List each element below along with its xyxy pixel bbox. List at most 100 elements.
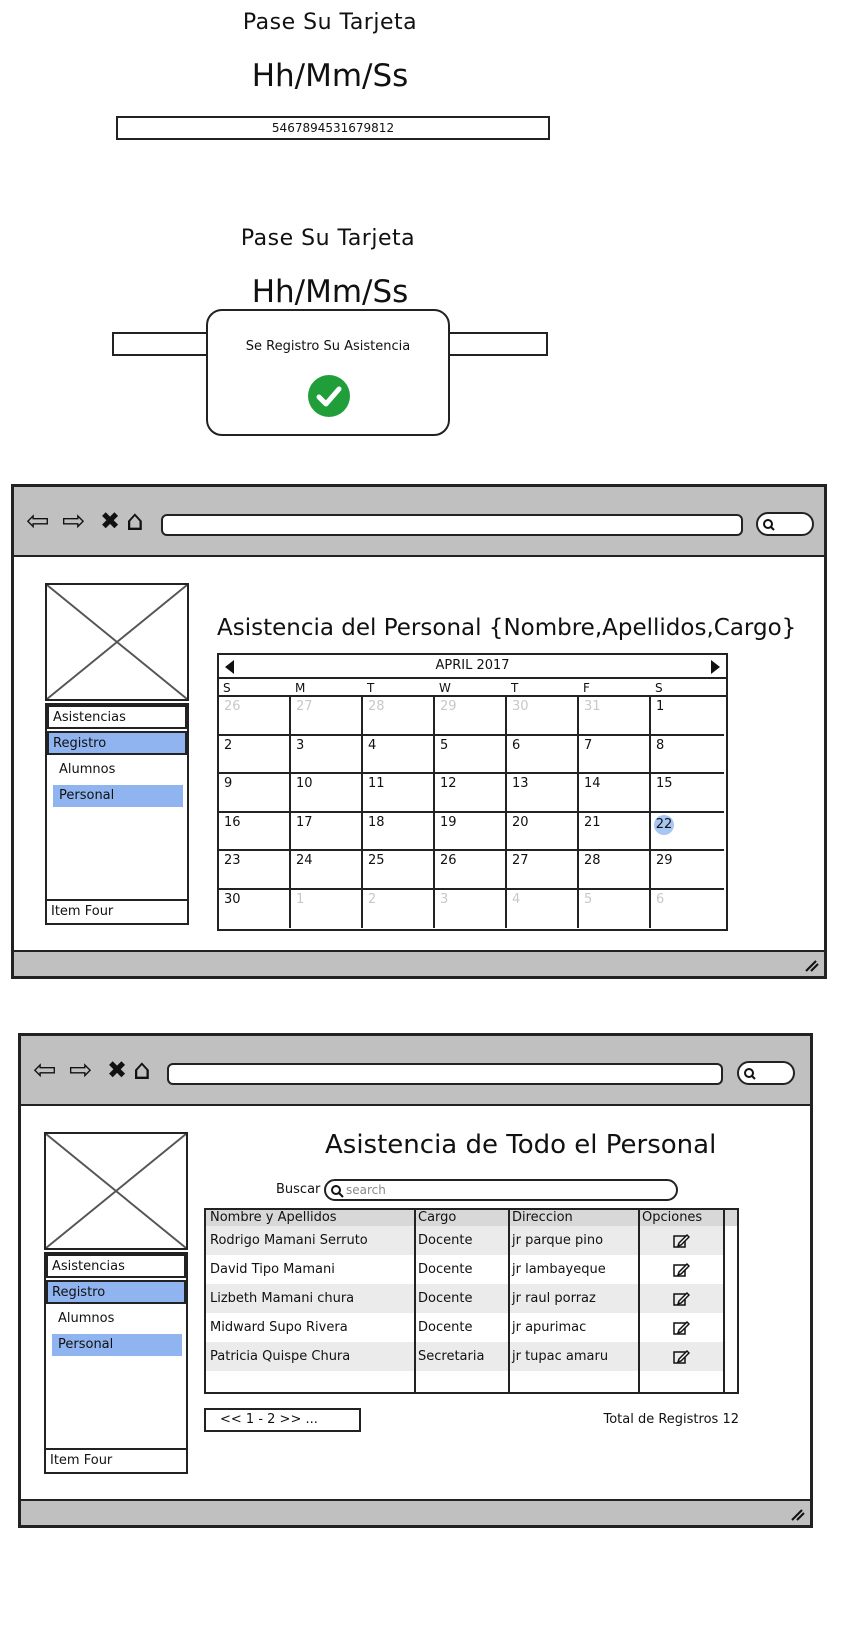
- calendar-day[interactable]: 28: [579, 851, 651, 890]
- forward-icon[interactable]: ⇨: [62, 507, 85, 535]
- browser-window-staff: ⇦ ⇨ ✖ ⌂ Asistencias Registro Alumnos Per…: [18, 1033, 813, 1528]
- sidebar-item-asistencias[interactable]: Asistencias: [47, 705, 187, 729]
- edit-icon[interactable]: [668, 1226, 691, 1255]
- browser-search-button[interactable]: [756, 512, 814, 536]
- calendar-day[interactable]: 31: [579, 697, 651, 736]
- url-bar-2[interactable]: [167, 1063, 723, 1085]
- calendar-day[interactable]: 18: [363, 812, 435, 851]
- sidebar-menu-2: Asistencias Registro Alumnos Personal It…: [44, 1252, 188, 1474]
- calendar-day[interactable]: 5: [435, 735, 507, 774]
- browser-search-button-2[interactable]: [737, 1061, 795, 1085]
- calendar-day[interactable]: 5: [579, 889, 651, 928]
- forward-icon[interactable]: ⇨: [69, 1056, 92, 1084]
- calendar-day[interactable]: 6: [651, 890, 724, 929]
- calendar-day[interactable]: 23: [219, 851, 291, 890]
- calendar-day[interactable]: 30: [219, 889, 291, 928]
- card-number-field[interactable]: 5467894531679812: [116, 116, 550, 140]
- sidebar-subitem-alumnos[interactable]: Alumnos: [52, 1308, 182, 1330]
- calendar-day[interactable]: 3: [435, 889, 507, 928]
- calendar-day[interactable]: 3: [291, 735, 363, 774]
- back-icon[interactable]: ⇦: [26, 507, 49, 535]
- calendar-day[interactable]: 29: [435, 697, 507, 736]
- calendar-day[interactable]: 4: [363, 735, 435, 774]
- calendar-day[interactable]: 27: [507, 851, 579, 890]
- sidebar-subitem-personal[interactable]: Personal: [52, 1334, 182, 1356]
- calendar-day[interactable]: 27: [291, 697, 363, 736]
- calendar-day[interactable]: 30: [507, 697, 579, 736]
- screen1-clock: Hh/Mm/Ss: [251, 58, 409, 94]
- sidebar-subitem-alumnos[interactable]: Alumnos: [53, 759, 183, 781]
- edit-icon[interactable]: [668, 1313, 691, 1342]
- sidebar-item-registro[interactable]: Registro: [47, 731, 187, 755]
- calendar-day[interactable]: 22: [651, 813, 724, 851]
- column-header[interactable]: Opciones: [638, 1210, 702, 1226]
- calendar-grid: 26 27 28 29 30 31 1 2 3 4 5 6 7 8 9 10 11 12 13 14 15 16 17 18 1…: [219, 695, 726, 929]
- edit-icon[interactable]: [668, 1255, 691, 1284]
- today-marker: 22: [654, 814, 674, 835]
- back-icon[interactable]: ⇦: [33, 1056, 56, 1084]
- calendar-day[interactable]: 8: [651, 736, 724, 774]
- sidebar-item-four[interactable]: Item Four: [46, 1448, 186, 1472]
- calendar-day[interactable]: 15: [651, 774, 724, 813]
- browser-statusbar: [14, 950, 824, 976]
- table-row[interactable]: David Tipo Mamani Docente jr lambayeque: [206, 1255, 723, 1284]
- browser-window-calendar: ⇦ ⇨ ✖ ⌂ Asistencias Registro Alumnos Per…: [11, 484, 827, 979]
- table-cell: Docente: [418, 1320, 473, 1335]
- weekday-label: S: [655, 681, 663, 695]
- resize-grip-icon[interactable]: [788, 1504, 806, 1522]
- edit-icon[interactable]: [668, 1284, 691, 1313]
- column-header[interactable]: Nombre y Apellidos: [206, 1210, 337, 1226]
- calendar-day[interactable]: 21: [579, 812, 651, 851]
- close-icon[interactable]: ✖: [107, 1056, 127, 1084]
- table-row[interactable]: Midward Supo Rivera Docente jr apurimac: [206, 1313, 723, 1342]
- edit-icon[interactable]: [668, 1342, 691, 1371]
- sidebar-item-asistencias[interactable]: Asistencias: [46, 1254, 186, 1278]
- resize-grip-icon[interactable]: [802, 955, 820, 973]
- calendar-day[interactable]: 2: [219, 735, 291, 774]
- calendar-day[interactable]: 7: [579, 735, 651, 774]
- sidebar-item-registro[interactable]: Registro: [46, 1280, 186, 1304]
- calendar-day[interactable]: 10: [291, 774, 363, 813]
- calendar-day[interactable]: 26: [435, 851, 507, 890]
- home-icon[interactable]: ⌂: [126, 507, 144, 535]
- calendar-day[interactable]: 17: [291, 812, 363, 851]
- sidebar-item-four[interactable]: Item Four: [47, 899, 187, 923]
- calendar-day[interactable]: 9: [219, 774, 291, 813]
- calendar-day[interactable]: 2: [363, 889, 435, 928]
- search-icon: [331, 1185, 344, 1198]
- calendar-day[interactable]: 19: [435, 812, 507, 851]
- next-month-icon[interactable]: [711, 660, 720, 674]
- calendar-day[interactable]: 28: [363, 697, 435, 736]
- calendar-header: APRIL 2017: [219, 655, 726, 679]
- calendar-day[interactable]: 26: [219, 697, 291, 736]
- table-row[interactable]: Rodrigo Mamani Serruto Docente jr parque p…: [206, 1226, 723, 1255]
- calendar-day[interactable]: 4: [507, 889, 579, 928]
- column-header[interactable]: Direccion: [508, 1210, 573, 1226]
- calendar-day[interactable]: 13: [507, 774, 579, 813]
- weekday-label: S: [223, 681, 231, 695]
- calendar-day[interactable]: 20: [507, 812, 579, 851]
- calendar-day[interactable]: 6: [507, 735, 579, 774]
- table-row[interactable]: Lizbeth Mamani chura Docente jr raul porra…: [206, 1284, 723, 1313]
- calendar-day[interactable]: 16: [219, 812, 291, 851]
- home-icon[interactable]: ⌂: [133, 1056, 151, 1084]
- table-row[interactable]: Patricia Quispe Chura Secretaria jr tupac …: [206, 1342, 723, 1371]
- url-bar[interactable]: [161, 514, 743, 536]
- calendar-day[interactable]: 11: [363, 774, 435, 813]
- sidebar-subitem-personal[interactable]: Personal: [53, 785, 183, 807]
- calendar-day[interactable]: 25: [363, 851, 435, 890]
- calendar-day[interactable]: 12: [435, 774, 507, 813]
- prev-month-icon[interactable]: [225, 660, 234, 674]
- calendar-day[interactable]: 1: [291, 889, 363, 928]
- calendar-day[interactable]: 1: [651, 697, 724, 736]
- column-header[interactable]: Cargo: [414, 1210, 456, 1226]
- pagination[interactable]: << 1 - 2 >> ...: [204, 1408, 361, 1432]
- browser-toolbar: ⇦ ⇨ ✖ ⌂: [14, 487, 824, 557]
- search-input[interactable]: search: [324, 1179, 678, 1201]
- sidebar-menu: Asistencias Registro Alumnos Personal It…: [45, 703, 189, 925]
- close-icon[interactable]: ✖: [100, 507, 120, 535]
- calendar-day[interactable]: 14: [579, 774, 651, 813]
- calendar-day[interactable]: 24: [291, 851, 363, 890]
- table-cell: jr raul porraz: [512, 1291, 596, 1306]
- calendar-day[interactable]: 29: [651, 851, 724, 890]
